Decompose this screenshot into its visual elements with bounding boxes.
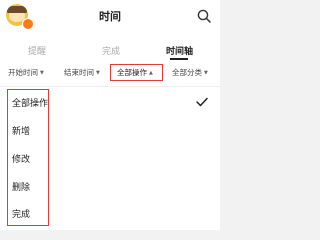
chevron-down-icon: ▼	[40, 70, 44, 76]
tab-completed[interactable]: 完成	[102, 44, 120, 57]
active-tab-indicator	[170, 58, 188, 60]
tab-reminder[interactable]: 提醒	[28, 44, 46, 57]
tab-timeline[interactable]: 时间轴	[166, 44, 193, 57]
filter-end-time[interactable]: 结束时间 ▼	[64, 67, 100, 78]
filter-start-time-label: 开始时间	[8, 68, 38, 77]
filter-start-time[interactable]: 开始时间 ▼	[8, 67, 44, 78]
chevron-down-icon: ▼	[204, 70, 208, 76]
top-bar: 时间	[0, 0, 220, 34]
search-icon[interactable]	[196, 8, 212, 24]
filter-end-time-label: 结束时间	[64, 68, 94, 77]
page-title: 时间	[99, 10, 121, 23]
chevron-down-icon: ▼	[96, 70, 100, 76]
tab-bar: 提醒 完成 时间轴	[0, 34, 220, 62]
highlight-box-filter	[110, 64, 163, 81]
filter-all-categories[interactable]: 全部分类 ▼	[172, 67, 208, 78]
filter-all-categories-label: 全部分类	[172, 68, 202, 77]
highlight-box-menu	[7, 89, 49, 226]
check-icon	[196, 97, 208, 107]
